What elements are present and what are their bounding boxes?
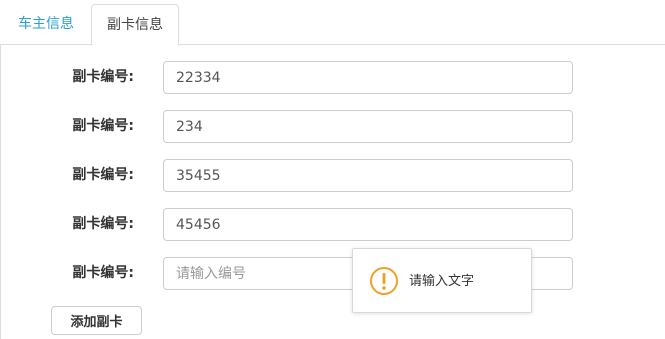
tab-owner-info[interactable]: 车主信息 [3,4,89,45]
subcard-number-label: 副卡编号: [72,69,134,85]
form-row: 副卡编号: [0,110,665,143]
tooltip-message: 请输入文字 [409,274,475,289]
subcard-number-label: 副卡编号: [72,167,134,183]
validation-tooltip: 请输入文字 [352,248,532,313]
subcard-number-input[interactable] [163,61,573,94]
subcard-number-input[interactable] [163,159,573,192]
form-row: 副卡编号: [0,61,665,94]
subcard-number-input[interactable] [163,110,573,143]
form-row: 副卡编号: [0,159,665,192]
tab-subcard-info[interactable]: 副卡信息 [91,4,179,46]
warning-icon [369,266,399,296]
subcard-number-label: 副卡编号: [72,265,134,281]
tab-bar: 车主信息 副卡信息 [0,0,665,46]
form-row: 副卡编号: [0,208,665,241]
form-row: 副卡编号: [0,257,665,290]
add-subcard-button[interactable]: 添加副卡 [51,306,142,335]
subcard-number-label: 副卡编号: [72,216,134,232]
subcard-number-input[interactable] [163,208,573,241]
subcard-number-label: 副卡编号: [72,118,134,134]
